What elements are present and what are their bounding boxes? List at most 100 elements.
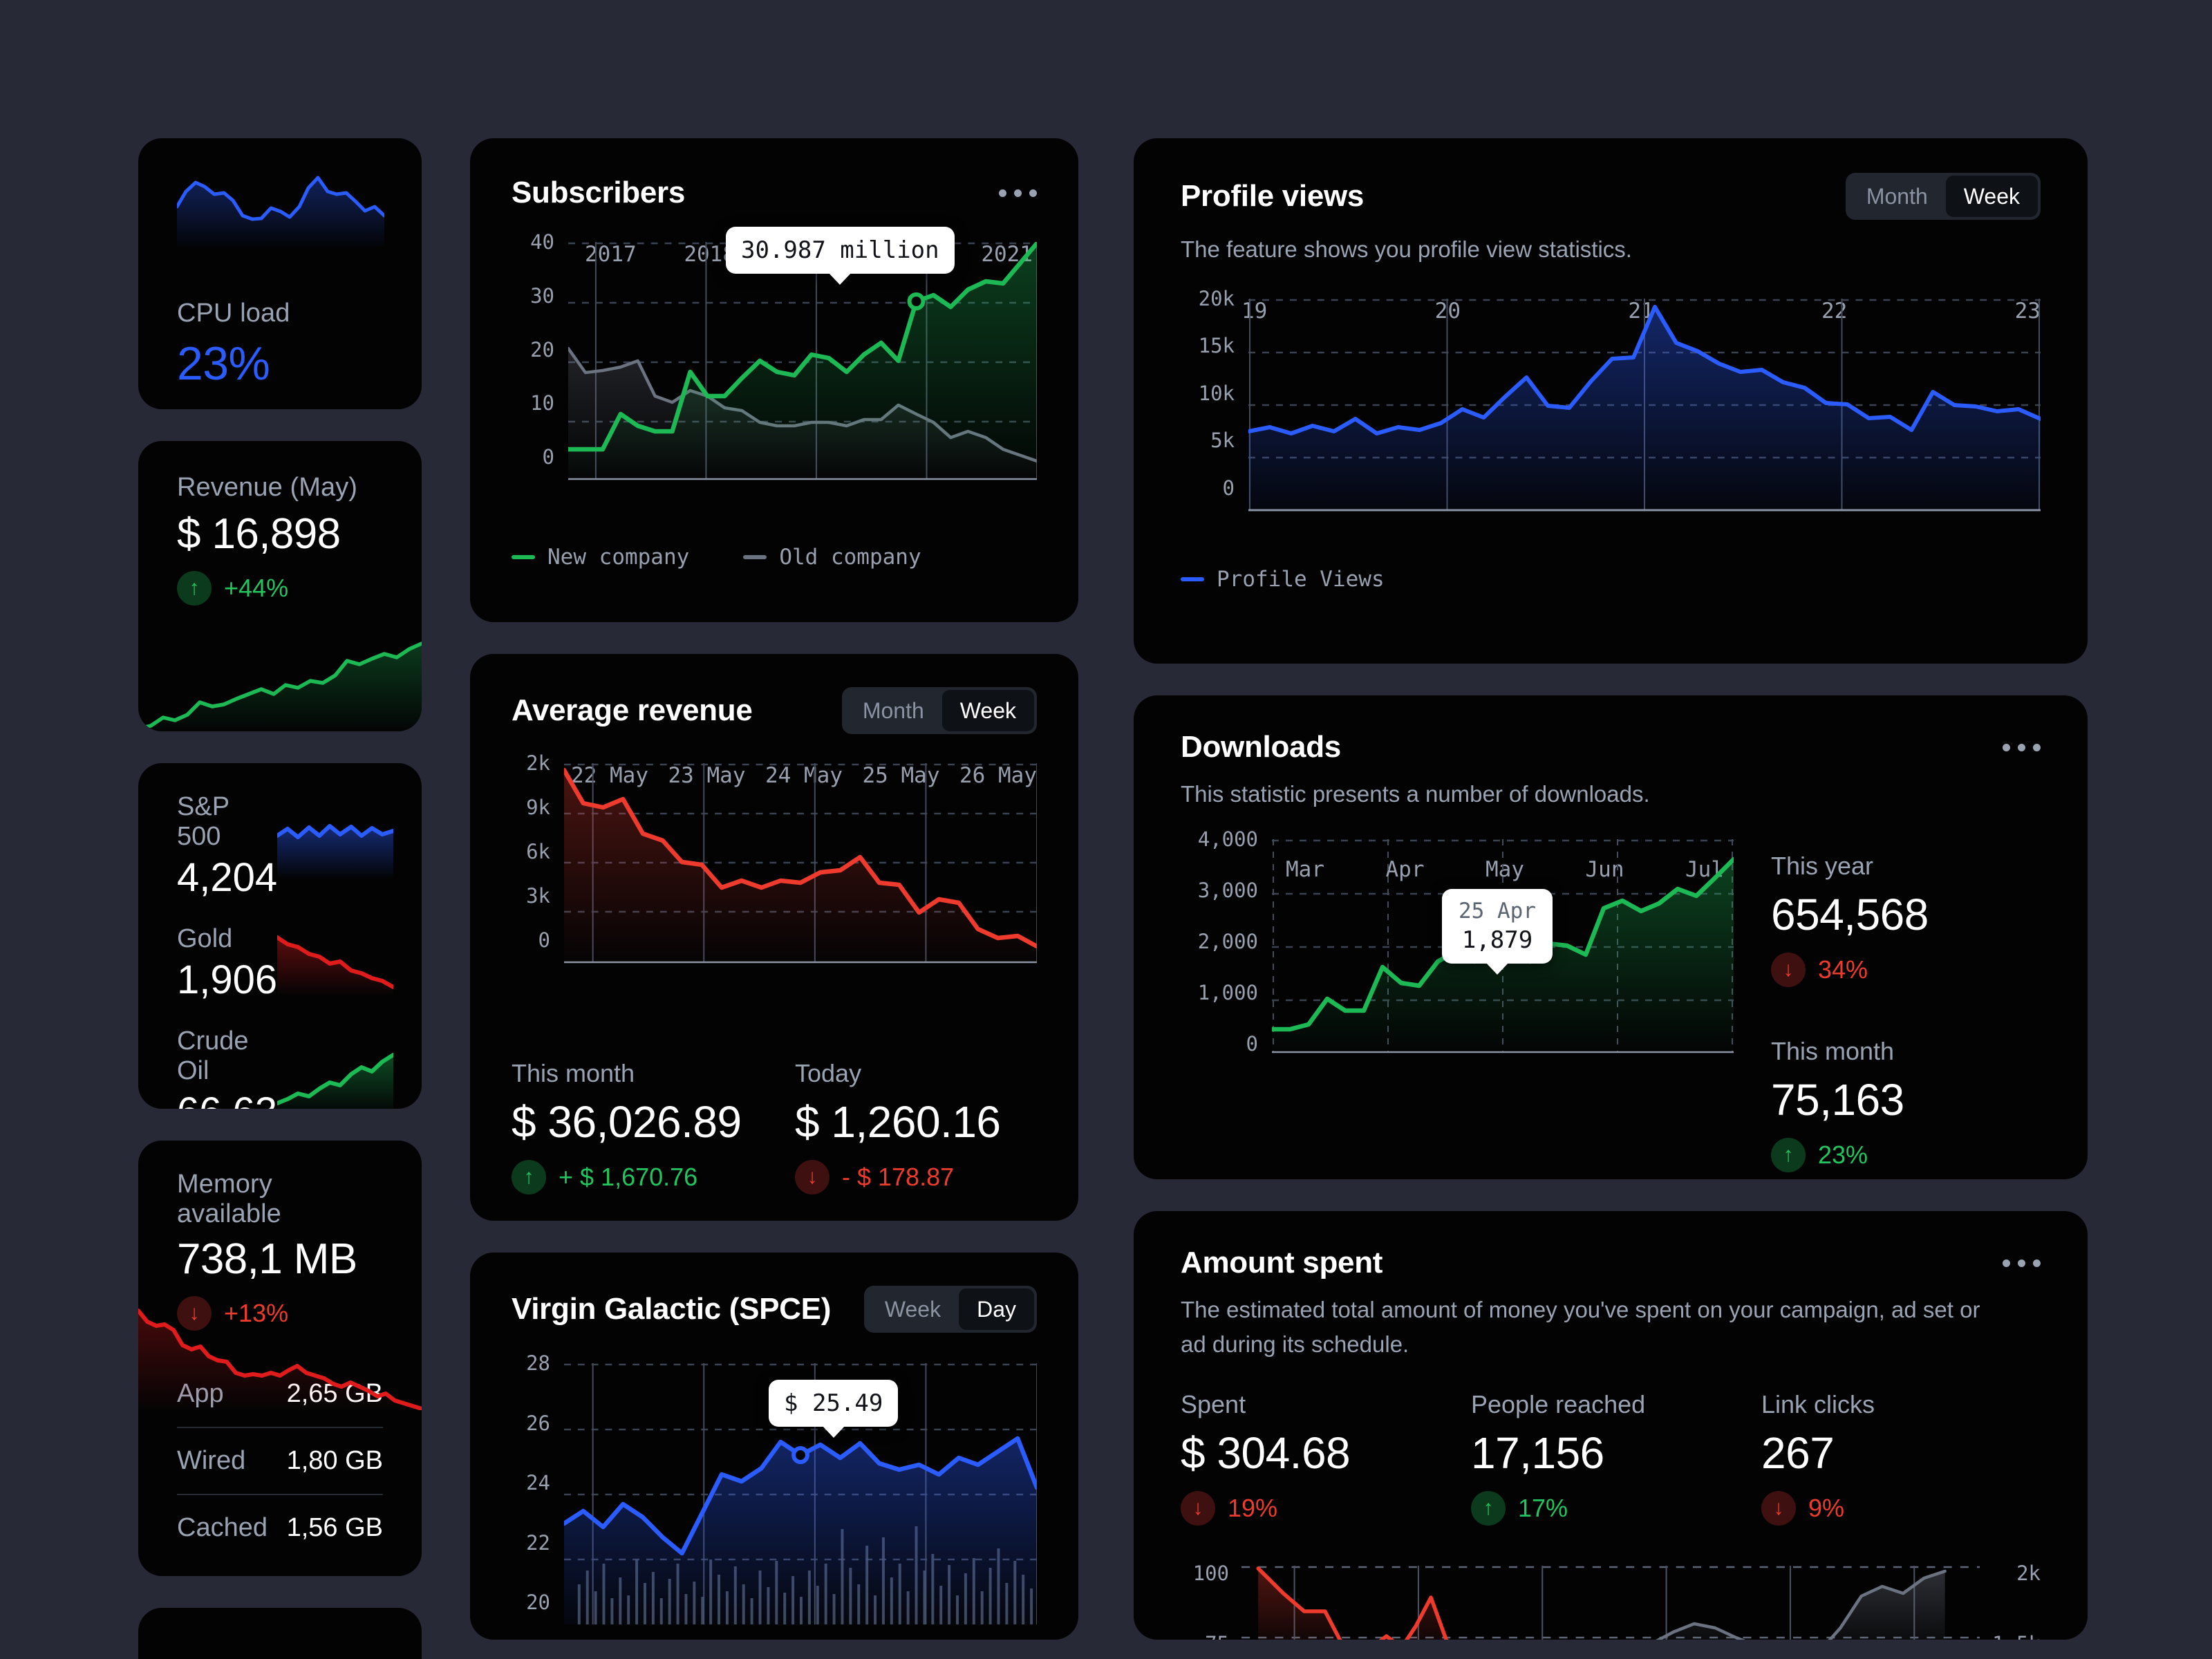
stat-spent: Spent $ 304.68 ↓ 19% — [1181, 1390, 1471, 1526]
stat-delta: ↓ - $ 178.87 — [795, 1160, 1001, 1194]
stat-label: People reached — [1471, 1390, 1646, 1418]
profile-views-subtitle: The feature shows you profile view stati… — [1181, 236, 1632, 262]
average-revenue-title: Average revenue — [512, 693, 753, 727]
arrow-up-icon: ↑ — [512, 1160, 546, 1194]
amount-spent-chart: 10075 2k1,5k — [1181, 1562, 2041, 1640]
toggle-option-week[interactable]: Week — [867, 1288, 959, 1330]
spce-y-axis: 28 26 24 22 20 — [526, 1351, 550, 1614]
stat-value: $ 1,260.16 — [795, 1097, 1001, 1147]
subscribers-tooltip: 30.987 million — [726, 227, 955, 274]
stat-delta-value: 9% — [1808, 1494, 1845, 1522]
stat-delta: ↑ 17% — [1471, 1491, 1761, 1526]
stat-delta: ↓ 34% — [1771, 952, 1929, 987]
revenue-card: Revenue (May) $ 16,898 ↑ +44% — [138, 441, 422, 731]
arrow-up-icon: ↑ — [177, 571, 212, 606]
arrow-down-icon: ↓ — [1181, 1491, 1215, 1526]
market-value: 66.63 — [177, 1089, 277, 1109]
arrow-down-icon: ↓ — [177, 1296, 212, 1331]
stat-label: Link clicks — [1761, 1390, 1875, 1418]
downloads-card: Downloads This statistic presents a numb… — [1134, 695, 2088, 1179]
stat-delta-value: 17% — [1518, 1494, 1568, 1522]
average-revenue-chart: 2k 9k 6k 3k 0 22 May 23 May 24 May 25 Ma… — [512, 751, 1037, 971]
market-value: 4,204 — [177, 855, 278, 900]
stat-label: This month — [1771, 1036, 1895, 1065]
right-column: Profile views Month Week The feature sho… — [1134, 138, 2088, 1640]
stat-value: 267 — [1761, 1428, 1835, 1478]
downloads-stats: This year 654,568 ↓ 34% This month 75,16… — [1734, 839, 1929, 1172]
stat-value: 17,156 — [1471, 1428, 1604, 1478]
market-label: S&P 500 — [177, 792, 229, 851]
revenue-delta: ↑ +44% — [177, 571, 383, 606]
amount-spent-y-axis-right: 2k1,5k — [1992, 1562, 2041, 1640]
revenue-label: Revenue (May) — [177, 473, 358, 502]
market-value: 1,906 — [177, 957, 278, 1002]
arrow-down-icon: ↓ — [795, 1160, 830, 1194]
legend-swatch-icon — [1181, 577, 1204, 581]
amount-spent-card: Amount spent The estimated total amount … — [1134, 1211, 2088, 1640]
toggle-option-month[interactable]: Month — [1848, 176, 1946, 217]
amount-spent-more-icon[interactable] — [2003, 1259, 2041, 1267]
amount-spent-subtitle: The estimated total amount of money you'… — [1181, 1297, 1980, 1357]
stat-value: 75,163 — [1771, 1074, 1904, 1125]
stat-delta-value: 34% — [1818, 955, 1868, 984]
stat-value: $ 36,026.89 — [512, 1097, 742, 1147]
legend-item-new-company: New company — [512, 545, 689, 570]
memory-row-key: Cached — [177, 1513, 268, 1542]
average-revenue-card: Average revenue Month Week 2k9k6k3k0 — [470, 654, 1078, 1221]
market-row-gold: Gold 1,906 — [177, 924, 394, 1003]
subscribers-y-axis: 40 30 20 10 0 — [530, 230, 554, 469]
market-row-crude-oil: Crude Oil 66.63 — [177, 1027, 394, 1109]
arrow-up-icon: ↑ — [1471, 1491, 1506, 1526]
downloads-more-icon[interactable] — [2003, 743, 2041, 751]
amount-spent-stats: Spent $ 304.68 ↓ 19% People reached 17,1… — [1181, 1390, 2041, 1526]
downloads-tooltip-value: 1,879 — [1461, 926, 1533, 954]
memory-row-key: Wired — [177, 1446, 246, 1475]
downloads-tooltip: 25 Apr 1,879 — [1442, 888, 1553, 964]
memory-delta: ↓ +13% — [177, 1296, 383, 1331]
stat-this-month: This month 75,163 ↑ 23% — [1771, 1037, 1929, 1172]
profile-views-title: Profile views — [1181, 179, 1365, 213]
stat-delta-value: 19% — [1228, 1494, 1278, 1522]
toggle-option-week[interactable]: Week — [941, 690, 1034, 731]
average-revenue-stats: This month $ 36,026.89 ↑ + $ 1,670.76 To… — [512, 1059, 1037, 1194]
average-revenue-period-toggle[interactable]: Month Week — [841, 687, 1037, 734]
spce-chart: 28 26 24 22 20 $ 25.49 — [512, 1351, 1037, 1640]
stat-delta: ↓ 19% — [1181, 1491, 1471, 1526]
subscribers-chart: 40 30 20 10 0 30.987 million 2017 2018 2… — [512, 227, 1037, 491]
stat-delta: ↓ 9% — [1761, 1491, 1875, 1526]
subscribers-title: Subscribers — [512, 176, 686, 209]
revenue-sparkline — [138, 641, 422, 731]
subscribers-more-icon[interactable] — [999, 189, 1037, 197]
downloads-chart: 4,000 3,000 2,000 1,000 0 25 Apr 1,879 M… — [1181, 827, 1734, 1102]
crude-oil-sparkline — [277, 1051, 394, 1109]
market-label: Crude Oil — [177, 1027, 249, 1085]
middle-column: Subscribers 40 30 20 10 0 30.987 million… — [470, 138, 1078, 1640]
stat-delta-value: - $ 178.87 — [842, 1163, 955, 1191]
amount-spent-title: Amount spent — [1181, 1246, 1383, 1280]
spce-card: Virgin Galactic (SPCE) Week Day 28 26 24 22… — [470, 1253, 1078, 1640]
downloads-y-axis: 4,000 3,000 2,000 1,000 0 — [1197, 827, 1258, 1056]
markets-card: S&P 500 4,204 Gold 1,906 Crude Oil — [138, 763, 422, 1109]
profile-views-period-toggle[interactable]: Month Week — [1845, 173, 2041, 220]
memory-row-value: 1,80 GB — [286, 1446, 383, 1475]
revenue-value: $ 16,898 — [177, 510, 341, 558]
spce-tooltip: $ 25.49 — [769, 1380, 899, 1427]
memory-delta-value: +13% — [224, 1299, 289, 1327]
spce-period-toggle[interactable]: Week Day — [863, 1286, 1037, 1333]
toggle-option-month[interactable]: Month — [845, 690, 942, 731]
stat-label: Today — [795, 1059, 862, 1087]
stat-link-clicks: Link clicks 267 ↓ 9% — [1761, 1390, 1875, 1526]
toggle-option-week[interactable]: Week — [1945, 176, 2038, 217]
toggle-option-day[interactable]: Day — [959, 1288, 1034, 1330]
downloads-tooltip-date: 25 Apr — [1459, 898, 1536, 924]
stat-delta: ↑ 23% — [1771, 1137, 1929, 1172]
profile-views-y-axis: 20k 15k 10k 5k 0 — [1198, 286, 1235, 500]
downloads-title: Downloads — [1181, 730, 1341, 764]
profile-views-card: Profile views Month Week The feature sho… — [1134, 138, 2088, 664]
subscribers-card: Subscribers 40 30 20 10 0 30.987 million… — [470, 138, 1078, 622]
memory-row: Wired 1,80 GB — [177, 1428, 383, 1495]
next-card-partial — [138, 1608, 422, 1659]
stat-label: This year — [1771, 851, 1874, 880]
legend-item-profile-views: Profile Views — [1181, 567, 1385, 592]
market-label: Gold — [177, 924, 233, 953]
